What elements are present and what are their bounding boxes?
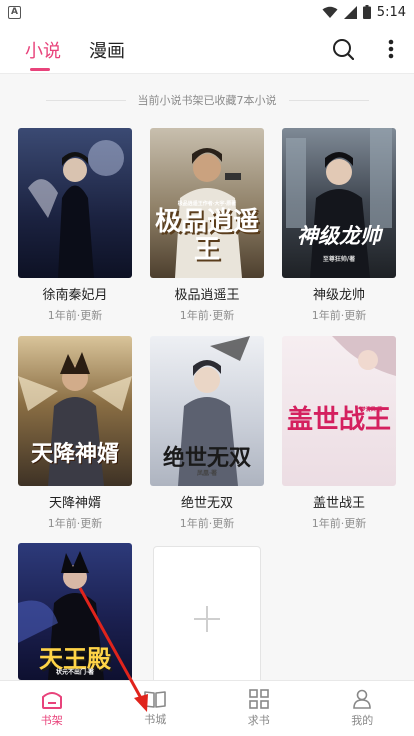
book-cover: 绝世无双 凤凰·著 — [150, 336, 264, 486]
book-cover: 天王殿 状元不出门·著 — [18, 543, 132, 680]
search-icon — [333, 39, 354, 60]
divider — [288, 99, 369, 101]
divider — [45, 99, 126, 101]
book-cover: 极品逍遥王 极品逍遥王作者·大宇·原著 — [150, 128, 264, 278]
nav-label: 我的 — [351, 714, 374, 727]
book-update-time: 1年前·更新 — [311, 309, 367, 322]
more-menu-button[interactable] — [378, 36, 404, 62]
shelf-count-text: 当前小说书架已收藏7本小说 — [137, 94, 277, 107]
more-vertical-icon — [388, 39, 394, 59]
book-update-time: 1年前·更新 — [47, 517, 103, 530]
cover-author-art: 凤凰·著 — [196, 470, 218, 477]
book-card[interactable]: 神级龙帅 至尊狂帅/著 神级龙帅 1年前·更新 — [282, 128, 396, 323]
book-card[interactable]: 天降神婿 天降神婿 1年前·更新 — [18, 336, 132, 531]
nav-label: 书架 — [40, 714, 63, 727]
book-title: 天降神婿 — [48, 496, 101, 511]
tab-novels[interactable]: 小说 — [25, 37, 61, 63]
notification-app-icon: A — [8, 5, 21, 19]
nav-label: 求书 — [247, 714, 270, 727]
book-cover: 盖世战王 一梦清风·著 — [282, 336, 396, 486]
nav-bookshelf[interactable]: 书架 — [0, 681, 104, 736]
user-icon — [353, 689, 372, 709]
cover-author-art: 状元不出门·著 — [55, 669, 95, 676]
book-title: 极品逍遥王 — [174, 288, 240, 303]
book-card[interactable]: 绝世无双 凤凰·著 绝世无双 1年前·更新 — [150, 336, 264, 531]
book-title: 神级龙帅 — [312, 288, 365, 303]
open-book-icon — [144, 691, 167, 708]
battery-icon — [362, 5, 371, 19]
bookshelf-screen: A 5:14 小说 漫画 当前小说书架已收藏7本小说 徐南秦妃月 1年前·更新 … — [0, 0, 414, 736]
book-cover — [18, 128, 132, 278]
top-tab-bar: 小说 漫画 — [0, 24, 414, 74]
cover-title-art: 天降神婿 — [30, 441, 119, 467]
cover-title-art: 极品逍遥王 — [154, 207, 259, 265]
grid-icon — [248, 689, 269, 709]
signal-icon — [343, 5, 357, 19]
book-cover: 天降神婿 — [18, 336, 132, 486]
nav-bookstore[interactable]: 书城 — [104, 681, 208, 736]
book-card[interactable]: 天王殿 状元不出门·著 — [18, 543, 132, 680]
book-title: 绝世无双 — [180, 496, 233, 511]
plus-icon — [194, 606, 220, 632]
book-update-time: 1年前·更新 — [179, 517, 235, 530]
cover-author-art: 至尊狂帅/著 — [322, 256, 356, 263]
tab-comics[interactable]: 漫画 — [89, 37, 125, 63]
cover-author-art: 一梦清风·著 — [355, 407, 383, 413]
search-button[interactable] — [330, 36, 356, 62]
clock: 5:14 — [376, 4, 406, 20]
book-card[interactable]: 徐南秦妃月 1年前·更新 — [18, 128, 132, 323]
nav-profile[interactable]: 我的 — [311, 681, 414, 736]
nav-label: 书城 — [144, 713, 167, 726]
status-bar: A 5:14 — [0, 0, 414, 24]
book-update-time: 1年前·更新 — [179, 309, 235, 322]
add-book-button[interactable] — [153, 546, 261, 692]
book-card[interactable]: 极品逍遥王 极品逍遥王作者·大宇·原著 极品逍遥王 1年前·更新 — [150, 128, 264, 323]
book-title: 盖世战王 — [312, 496, 365, 511]
shelf-count-row: 当前小说书架已收藏7本小说 — [0, 90, 414, 110]
book-card[interactable]: 盖世战王 一梦清风·著 盖世战王 1年前·更新 — [282, 336, 396, 531]
wifi-icon — [322, 6, 338, 18]
cover-author-art: 极品逍遥王作者·大宇·原著 — [177, 201, 237, 207]
bottom-nav: 书架 书城 求书 我的 — [0, 680, 414, 736]
cover-title-art: 神级龙帅 — [297, 223, 381, 248]
book-update-time: 1年前·更新 — [311, 517, 367, 530]
nav-request-book[interactable]: 求书 — [207, 681, 311, 736]
book-update-time: 1年前·更新 — [47, 309, 103, 322]
cover-illustration — [28, 140, 124, 278]
book-title: 徐南秦妃月 — [42, 288, 108, 303]
book-cover: 神级龙帅 至尊狂帅/著 — [282, 128, 396, 278]
tab-active-indicator — [30, 68, 50, 71]
bookshelf-icon — [41, 692, 62, 709]
